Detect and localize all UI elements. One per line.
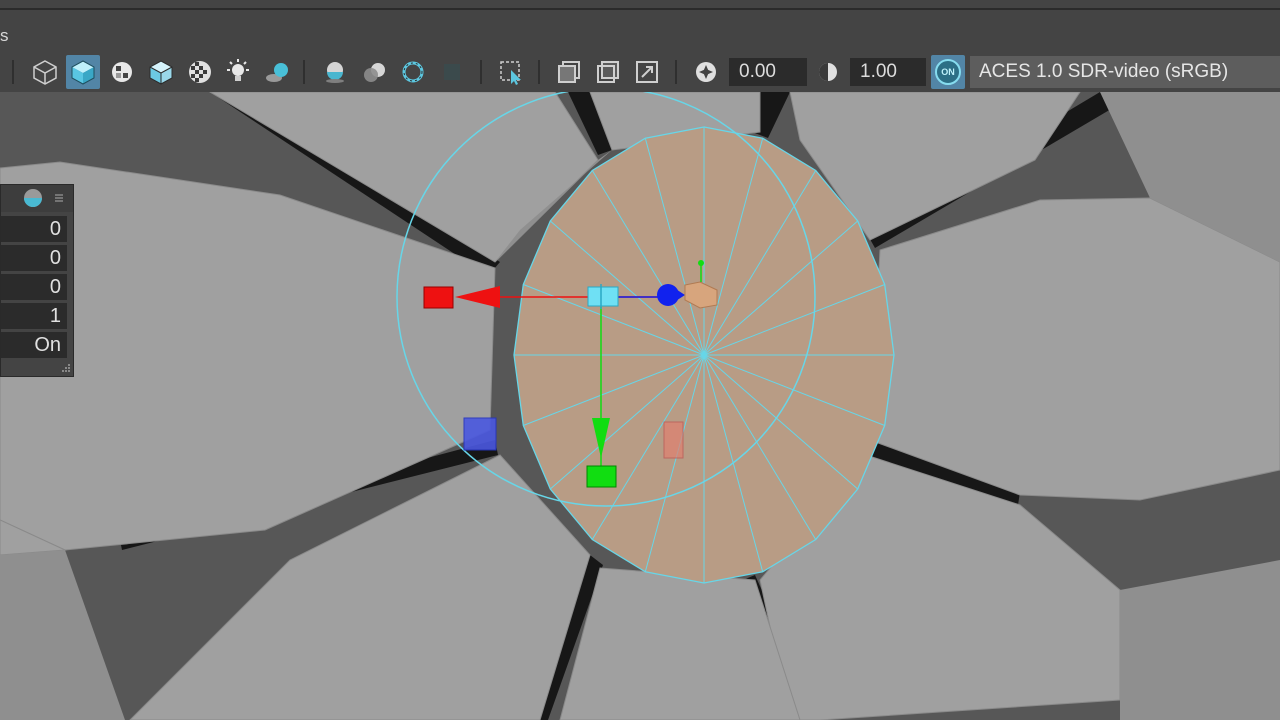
wireframe-on-shaded-icon[interactable] — [144, 55, 178, 89]
toolbar-separator — [675, 60, 677, 84]
xray-active-icon[interactable] — [630, 55, 664, 89]
textured-icon[interactable] — [105, 55, 139, 89]
resize-grip-icon[interactable] — [61, 363, 71, 373]
z-plane-handle[interactable] — [463, 417, 497, 451]
viewport-toolbar: 0.00 1.00 ON ACES 1.0 SDR-video (sRGB) — [0, 52, 1280, 93]
attribute-field[interactable]: 0 — [1, 216, 67, 242]
plane-handle-ghost[interactable] — [663, 421, 684, 459]
xray-icon[interactable] — [552, 55, 586, 89]
xray-joints-icon[interactable] — [591, 55, 625, 89]
menu-label-fragment[interactable]: s — [0, 26, 9, 46]
selected-disc-faces — [513, 126, 895, 584]
panel-menu-icon[interactable] — [55, 194, 63, 202]
gamma-icon[interactable] — [811, 55, 845, 89]
shadow-icon[interactable] — [260, 55, 294, 89]
isolate-select-icon[interactable] — [494, 55, 528, 89]
menu-divider — [0, 8, 1280, 10]
3d-viewport[interactable] — [0, 92, 1280, 720]
color-management-toggle-label: ON — [941, 67, 955, 77]
color-space-dropdown[interactable]: ACES 1.0 SDR-video (sRGB) — [970, 56, 1280, 88]
y-scale-handle[interactable] — [586, 465, 617, 488]
exposure-icon[interactable] — [689, 55, 723, 89]
wireframe-cube-icon[interactable] — [28, 55, 62, 89]
attribute-field[interactable]: On — [1, 332, 67, 358]
checker-icon[interactable] — [183, 55, 217, 89]
toolbar-separator — [12, 60, 14, 84]
shading-ball-icon[interactable] — [24, 189, 42, 207]
gamma-field[interactable]: 1.00 — [850, 58, 926, 86]
color-management-icon[interactable]: ON — [931, 55, 965, 89]
motion-blur-icon[interactable] — [357, 55, 391, 89]
attribute-panel: 0 0 0 1 On — [0, 184, 74, 377]
light-icon[interactable] — [221, 55, 255, 89]
menu-bar-strip: s — [0, 0, 1280, 52]
exposure-field[interactable]: 0.00 — [729, 58, 807, 86]
attribute-field[interactable]: 1 — [1, 303, 67, 329]
petal-right — [869, 197, 1280, 501]
shaded-cube-icon[interactable] — [66, 55, 100, 89]
center-handle[interactable] — [587, 286, 619, 307]
panel-header — [1, 185, 73, 212]
x-scale-handle[interactable] — [423, 286, 454, 309]
attribute-field[interactable]: 0 — [1, 274, 67, 300]
toolbar-separator — [538, 60, 540, 84]
anti-aliasing-icon[interactable] — [396, 55, 430, 89]
toolbar-separator — [480, 60, 482, 84]
attribute-field[interactable]: 0 — [1, 245, 67, 271]
toolbar-separator — [303, 60, 305, 84]
depth-of-field-icon[interactable] — [435, 55, 469, 89]
ambient-occlusion-icon[interactable] — [318, 55, 352, 89]
